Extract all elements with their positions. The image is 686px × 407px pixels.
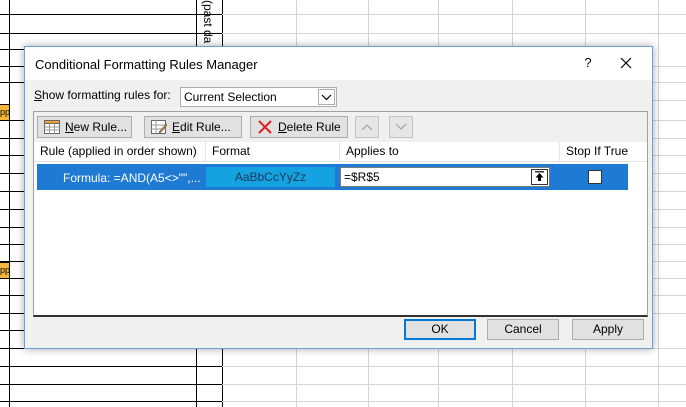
delete-rule-hotkey: D xyxy=(278,120,287,134)
show-rules-hotkey: S xyxy=(34,88,43,102)
collapse-range-button[interactable] xyxy=(531,169,548,185)
dialog-title: Conditional Formatting Rules Manager xyxy=(35,57,258,72)
title-bar: Conditional Formatting Rules Manager ? xyxy=(25,47,652,80)
show-rules-label-text: how formatting rules for: xyxy=(42,88,171,102)
close-button[interactable] xyxy=(618,55,634,71)
list-header: Rule (applied in order shown) Format App… xyxy=(34,142,647,162)
edit-rule-button[interactable]: Edit Rule... xyxy=(144,116,242,138)
dropdown-arrow-button[interactable] xyxy=(318,89,335,105)
new-rule-icon xyxy=(44,120,60,134)
highlighted-cell: pp xyxy=(0,104,9,121)
delete-rule-button[interactable]: Delete Rule xyxy=(250,116,348,138)
move-down-button[interactable] xyxy=(389,116,413,138)
cancel-button[interactable]: Cancel xyxy=(487,319,559,340)
edit-rule-text: dit Rule... xyxy=(180,120,231,134)
new-rule-text: ew Rule... xyxy=(73,120,128,134)
column-header-rule[interactable]: Rule (applied in order shown) xyxy=(34,142,206,161)
applies-to-input[interactable]: =$R$5 xyxy=(340,167,550,187)
chevron-down-icon xyxy=(395,123,407,130)
show-rules-value: Current Selection xyxy=(184,90,277,104)
edit-rule-hotkey: E xyxy=(172,120,181,134)
column-header-vertical: (past da xyxy=(196,0,223,49)
applies-to-value: =$R$5 xyxy=(344,170,380,184)
delete-rule-label: Delete Rule xyxy=(278,117,341,137)
rule-formula: Formula: =AND(A5<>"",... xyxy=(63,171,201,185)
delete-icon xyxy=(258,120,272,134)
chevron-up-icon xyxy=(361,124,373,131)
close-icon xyxy=(620,57,632,69)
chevron-down-icon xyxy=(321,94,332,101)
column-header-applies-to[interactable]: Applies to xyxy=(340,142,560,161)
delete-rule-text: elete Rule xyxy=(286,120,341,134)
highlighted-cell: pp xyxy=(0,262,9,279)
edit-rule-label: Edit Rule... xyxy=(172,117,231,137)
collapse-dialog-icon xyxy=(535,171,544,181)
new-rule-label: New Rule... xyxy=(65,117,127,137)
column-header-format[interactable]: Format xyxy=(206,142,340,161)
move-up-button[interactable] xyxy=(355,116,379,138)
column-header-text: (past da xyxy=(201,0,215,44)
new-rule-button[interactable]: New Rule... xyxy=(37,116,132,138)
ok-button[interactable]: OK xyxy=(404,319,476,340)
conditional-formatting-dialog: Conditional Formatting Rules Manager ? S… xyxy=(24,46,653,349)
format-preview: AaBbCcYyZz xyxy=(206,167,335,187)
help-button[interactable]: ? xyxy=(580,55,596,71)
show-rules-dropdown[interactable]: Current Selection xyxy=(180,87,337,107)
apply-button[interactable]: Apply xyxy=(572,319,644,340)
show-rules-label: Show formatting rules for: xyxy=(34,88,171,102)
column-header-stop-if-true[interactable]: Stop If True xyxy=(560,142,634,161)
rule-row[interactable]: Formula: =AND(A5<>"",... AaBbCcYyZz =$R$… xyxy=(37,164,628,190)
edit-rule-icon xyxy=(151,120,167,134)
rules-list: Rule (applied in order shown) Format App… xyxy=(33,142,648,317)
new-rule-hotkey: N xyxy=(65,120,74,134)
stop-if-true-checkbox[interactable] xyxy=(588,170,602,184)
rules-toolbar: New Rule... Edit Rule... Delete Rule xyxy=(33,111,648,143)
